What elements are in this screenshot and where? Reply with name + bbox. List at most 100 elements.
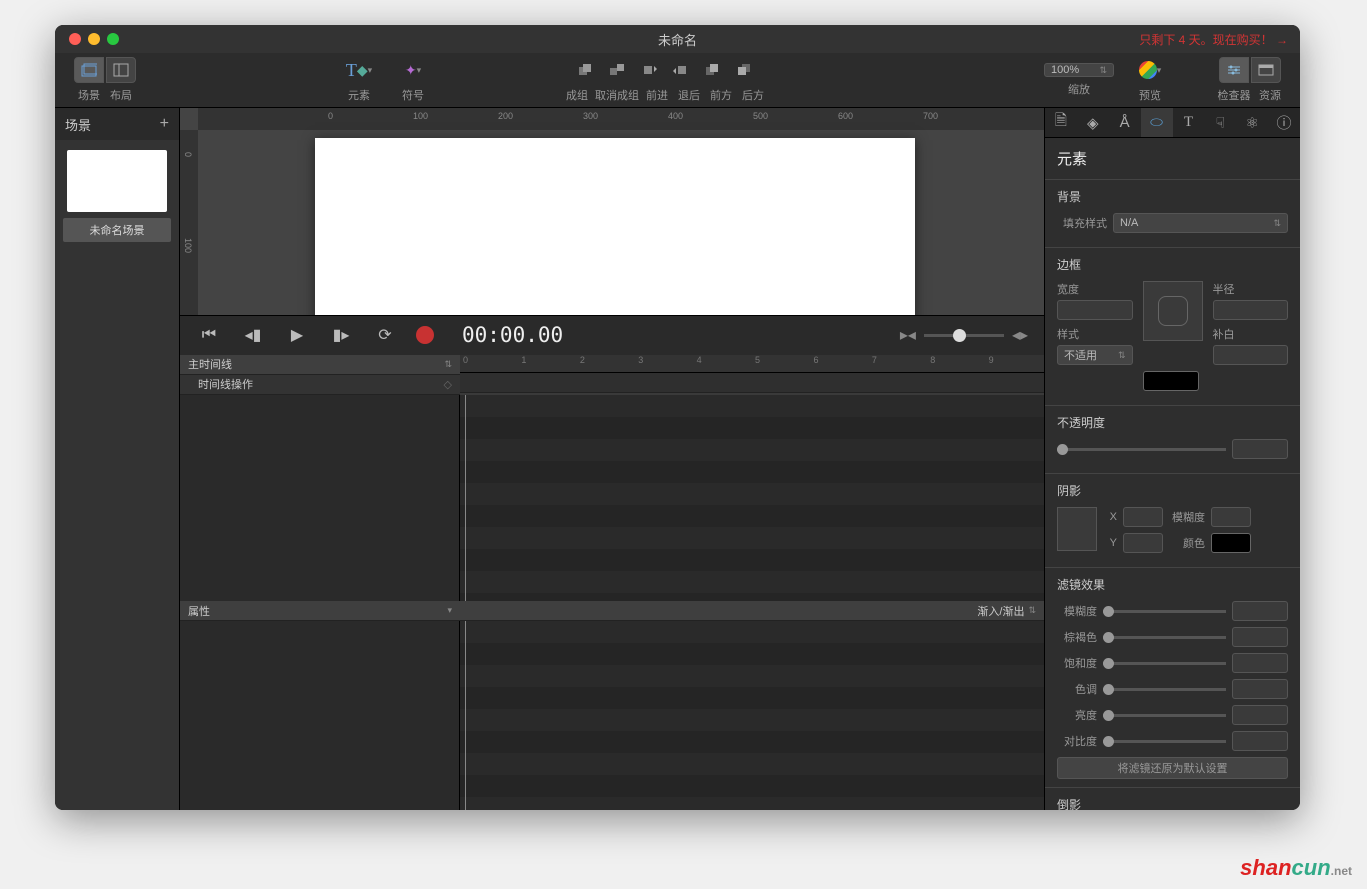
step-forward-button[interactable]: ▮▸	[328, 325, 354, 345]
forward-button[interactable]	[634, 57, 664, 83]
zoom-label: 缩放	[1044, 81, 1114, 97]
document-tab-icon[interactable]: 🗎	[1045, 108, 1077, 137]
filter-hue-input[interactable]	[1232, 679, 1288, 699]
timeline-lane[interactable]	[460, 395, 1044, 602]
filter-brightness-input[interactable]	[1232, 705, 1288, 725]
filter-hue-slider[interactable]	[1103, 688, 1226, 691]
scenes-tab[interactable]	[74, 57, 104, 83]
timeline-zoom-in-icon[interactable]: ◂▸	[1012, 325, 1028, 345]
filter-sepia-slider[interactable]	[1103, 636, 1226, 639]
zoom-select[interactable]: 100% ⇅	[1044, 63, 1114, 77]
preview-label: 预览	[1130, 87, 1170, 103]
elements-button[interactable]: T◆▾	[337, 57, 381, 83]
record-button[interactable]	[416, 326, 434, 344]
skip-start-button[interactable]: ⏮	[196, 326, 222, 344]
fill-style-select[interactable]: N/A⇅	[1113, 213, 1288, 233]
layout-tab-label: 布局	[105, 87, 137, 103]
group-button[interactable]	[570, 57, 600, 83]
backward-button[interactable]	[666, 57, 696, 83]
scenes-panel: 场景 + 未命名场景	[55, 108, 180, 810]
shadow-y-input[interactable]	[1123, 533, 1163, 553]
identity-tab-icon[interactable]: ⓘ	[1268, 108, 1300, 137]
canvas[interactable]	[315, 138, 915, 315]
ungroup-button[interactable]	[602, 57, 632, 83]
resources-tab[interactable]	[1251, 57, 1281, 83]
preview-button[interactable]: ▾	[1130, 57, 1170, 83]
front-button[interactable]	[698, 57, 728, 83]
maximize-window[interactable]	[107, 33, 119, 45]
opacity-input[interactable]	[1232, 439, 1288, 459]
shadow-blur-input[interactable]	[1211, 507, 1251, 527]
scene-label: 未命名场景	[63, 218, 171, 242]
bg-section-title: 背景	[1057, 188, 1288, 205]
filter-contrast-slider[interactable]	[1103, 740, 1226, 743]
timeline-zoom-out-icon[interactable]: ▸◂	[900, 325, 916, 345]
inspector-tab[interactable]	[1219, 57, 1249, 83]
scenes-tab-label: 场景	[73, 87, 105, 103]
filter-brightness-slider[interactable]	[1103, 714, 1226, 717]
trial-notice[interactable]: 只剩下 4 天。现在购买！ →	[1139, 31, 1288, 48]
add-scene-button[interactable]: +	[160, 115, 169, 133]
opacity-section-title: 不透明度	[1057, 414, 1288, 431]
filter-saturate-slider[interactable]	[1103, 662, 1226, 665]
playhead[interactable]	[465, 395, 466, 602]
actions-tab-icon[interactable]: ☟	[1204, 108, 1236, 137]
metrics-tab-icon[interactable]: Å	[1109, 108, 1141, 137]
filter-reset-button[interactable]: 将滤镜还原为默认设置	[1057, 757, 1288, 779]
filter-contrast-input[interactable]	[1232, 731, 1288, 751]
time-display: 00:00.00	[462, 323, 563, 347]
canvas-area[interactable]: 0100200300400500600700 0100200300400	[180, 108, 1044, 315]
play-button[interactable]: ▶	[284, 325, 310, 345]
border-style-select[interactable]: 不适用⇅	[1057, 345, 1133, 365]
main-timeline-row[interactable]: 主时间线⇅	[180, 355, 460, 375]
shadow-color-swatch[interactable]	[1211, 533, 1251, 553]
timeline-actions-row[interactable]: 时间线操作◇	[180, 375, 460, 395]
scene-tab-icon[interactable]: ◈	[1077, 108, 1109, 137]
border-width-input[interactable]	[1057, 300, 1133, 320]
transport-bar: ⏮ ◂▮ ▶ ▮▸ ⟳ 00:00.00 ▸◂ ◂▸	[180, 315, 1044, 355]
text-tab-icon[interactable]: T	[1173, 108, 1205, 137]
easing-row[interactable]: 渐入/渐出⇅	[460, 601, 1044, 621]
filter-blur-input[interactable]	[1232, 601, 1288, 621]
loop-button[interactable]: ⟳	[372, 325, 398, 345]
layout-tab[interactable]	[106, 57, 136, 83]
minimize-window[interactable]	[88, 33, 100, 45]
scenes-title: 场景	[65, 115, 91, 134]
watermark: shancun.net	[1240, 855, 1352, 881]
properties-row[interactable]: 属性▾	[180, 601, 460, 621]
close-window[interactable]	[69, 33, 81, 45]
titlebar: 未命名 只剩下 4 天。现在购买！ →	[55, 25, 1300, 53]
elements-label: 元素	[337, 87, 381, 103]
reflection-section-title: 倒影	[1057, 796, 1288, 810]
shadow-section-title: 阴影	[1057, 482, 1288, 499]
step-back-button[interactable]: ◂▮	[240, 325, 266, 345]
timeline-zoom-slider[interactable]	[924, 334, 1004, 337]
physics-tab-icon[interactable]: ⚛	[1236, 108, 1268, 137]
back-button[interactable]	[730, 57, 760, 83]
symbols-label: 符号	[395, 87, 431, 103]
opacity-slider[interactable]	[1057, 448, 1226, 451]
filter-blur-slider[interactable]	[1103, 610, 1226, 613]
border-section-title: 边框	[1057, 256, 1288, 273]
symbols-button[interactable]: ✦▾	[395, 57, 431, 83]
timeline-ruler: 0123456789	[460, 355, 1044, 373]
scene-item[interactable]: 未命名场景	[55, 150, 179, 242]
element-tab-icon[interactable]: ⬭	[1141, 108, 1173, 137]
scene-thumbnail	[67, 150, 167, 212]
border-edge-picker[interactable]	[1143, 281, 1203, 341]
border-color-swatch[interactable]	[1143, 371, 1199, 391]
filter-section-title: 滤镜效果	[1057, 576, 1288, 593]
shadow-x-input[interactable]	[1123, 507, 1163, 527]
vertical-ruler: 0100200300400	[180, 130, 198, 315]
shadow-preview	[1057, 507, 1097, 551]
horizontal-ruler: 0100200300400500600700	[198, 108, 1044, 130]
window-title: 未命名	[658, 30, 697, 49]
border-padding-input[interactable]	[1213, 345, 1289, 365]
timeline-tracks	[180, 395, 460, 602]
inspector-panel: 🗎 ◈ Å ⬭ T ☟ ⚛ ⓘ 元素 背景 填充样式N/A⇅ 边框 宽度	[1044, 108, 1300, 810]
inspector-title: 元素	[1045, 138, 1300, 179]
toolbar: 场景布局 T◆▾ 元素 ✦▾ 符号 成组取消成组前进退后前	[55, 53, 1300, 108]
filter-saturate-input[interactable]	[1232, 653, 1288, 673]
border-radius-input[interactable]	[1213, 300, 1289, 320]
filter-sepia-input[interactable]	[1232, 627, 1288, 647]
